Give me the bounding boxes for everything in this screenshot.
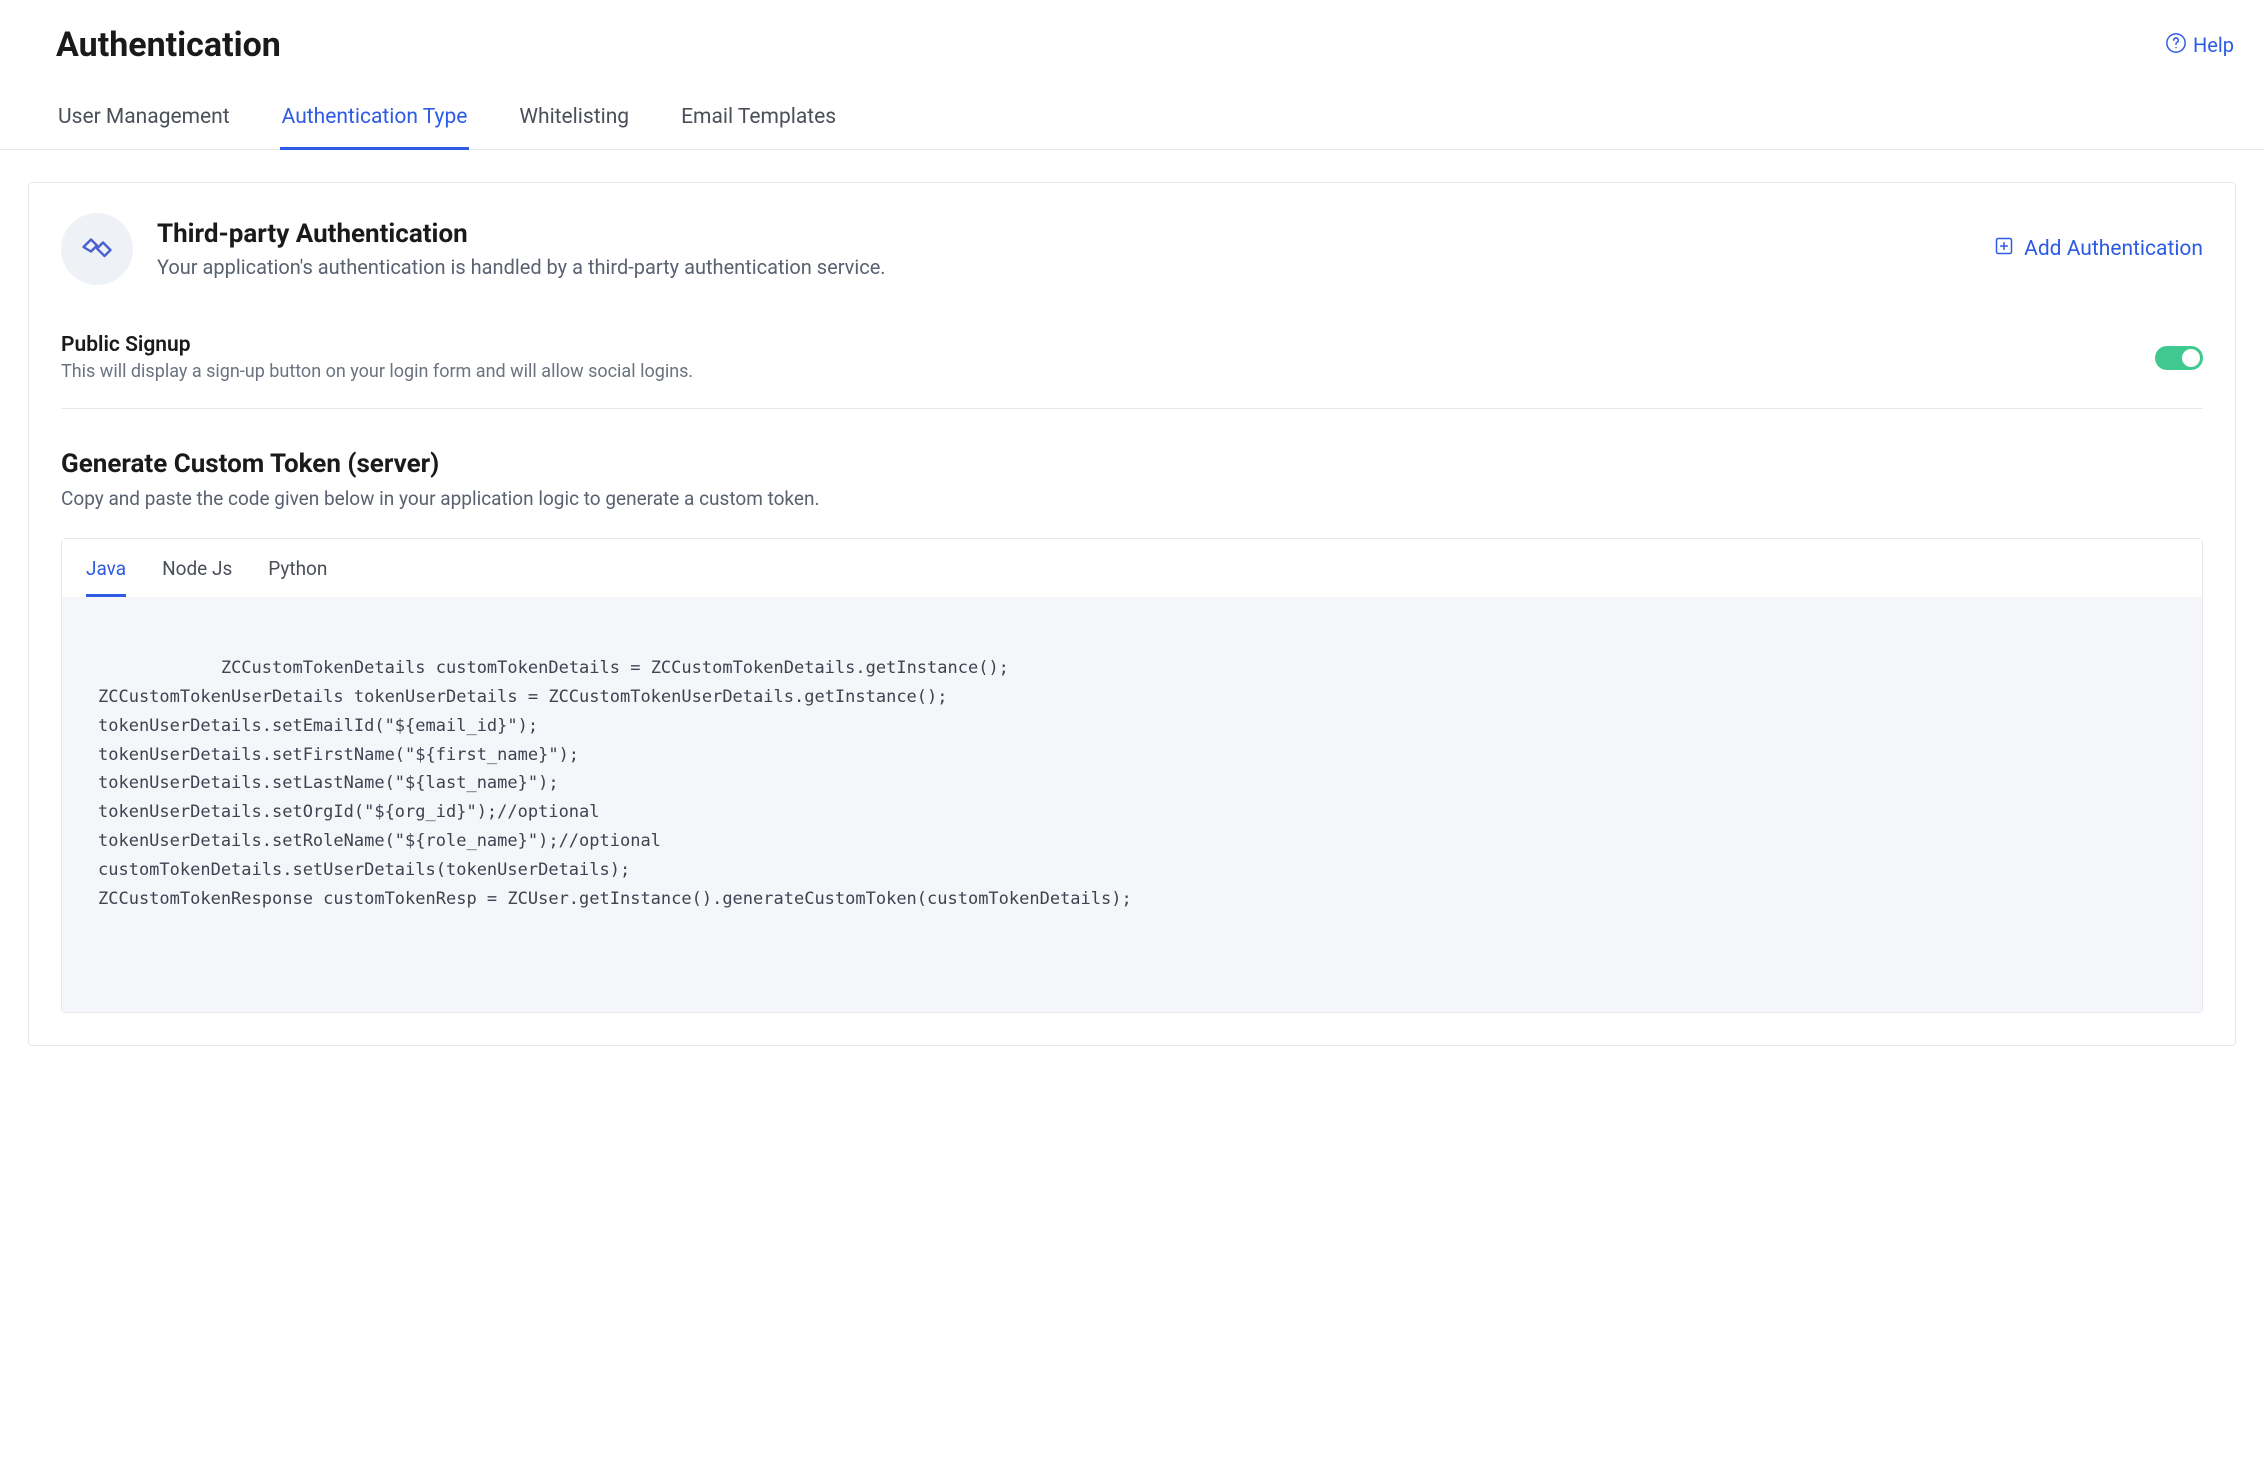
- third-party-auth-text: Third-party Authentication Your applicat…: [157, 219, 886, 279]
- third-party-auth-title: Third-party Authentication: [157, 219, 886, 249]
- page-title: Authentication: [56, 25, 281, 65]
- link-chain-icon: [79, 229, 115, 269]
- code-tab-nodejs[interactable]: Node Js: [162, 557, 232, 597]
- add-authentication-label: Add Authentication: [2024, 237, 2203, 261]
- public-signup-toggle[interactable]: [2155, 346, 2203, 370]
- tab-email-templates[interactable]: Email Templates: [679, 105, 838, 150]
- main-tabs: User Management Authentication Type Whit…: [0, 105, 2264, 150]
- third-party-auth-info: Third-party Authentication Your applicat…: [61, 213, 886, 285]
- public-signup-title: Public Signup: [61, 333, 693, 357]
- code-tab-java[interactable]: Java: [86, 557, 126, 597]
- generate-custom-token-section: Generate Custom Token (server) Copy and …: [61, 449, 2203, 1013]
- code-content: ZCCustomTokenDetails customTokenDetails …: [98, 658, 1132, 909]
- code-body: ZCCustomTokenDetails customTokenDetails …: [62, 597, 2202, 1012]
- tab-user-management[interactable]: User Management: [56, 105, 232, 150]
- tab-authentication-type[interactable]: Authentication Type: [280, 105, 470, 150]
- help-label: Help: [2193, 33, 2234, 57]
- third-party-auth-icon-wrap: [61, 213, 133, 285]
- help-link[interactable]: Help: [2165, 32, 2244, 59]
- code-language-tabs: Java Node Js Python: [62, 539, 2202, 597]
- generate-custom-token-title: Generate Custom Token (server): [61, 449, 2203, 479]
- generate-custom-token-description: Copy and paste the code given below in y…: [61, 487, 2203, 510]
- code-tab-python[interactable]: Python: [268, 557, 327, 597]
- page-header: Authentication Help: [0, 0, 2264, 105]
- tab-whitelisting[interactable]: Whitelisting: [517, 105, 631, 150]
- public-signup-description: This will display a sign-up button on yo…: [61, 361, 693, 382]
- auth-card: Third-party Authentication Your applicat…: [28, 182, 2236, 1046]
- copy-code-button[interactable]: [2150, 960, 2174, 984]
- public-signup-row: Public Signup This will display a sign-u…: [61, 333, 2203, 409]
- plus-square-icon: [1994, 236, 2014, 262]
- add-authentication-button[interactable]: Add Authentication: [1994, 236, 2203, 262]
- third-party-auth-description: Your application's authentication is han…: [157, 255, 886, 279]
- third-party-auth-row: Third-party Authentication Your applicat…: [61, 213, 2203, 285]
- help-icon: [2165, 32, 2187, 59]
- code-box: Java Node Js Python ZCCustomTokenDetails…: [61, 538, 2203, 1013]
- authentication-page: Authentication Help User Management Auth…: [0, 0, 2264, 1476]
- public-signup-text: Public Signup This will display a sign-u…: [61, 333, 693, 382]
- card-wrap: Third-party Authentication Your applicat…: [0, 150, 2264, 1046]
